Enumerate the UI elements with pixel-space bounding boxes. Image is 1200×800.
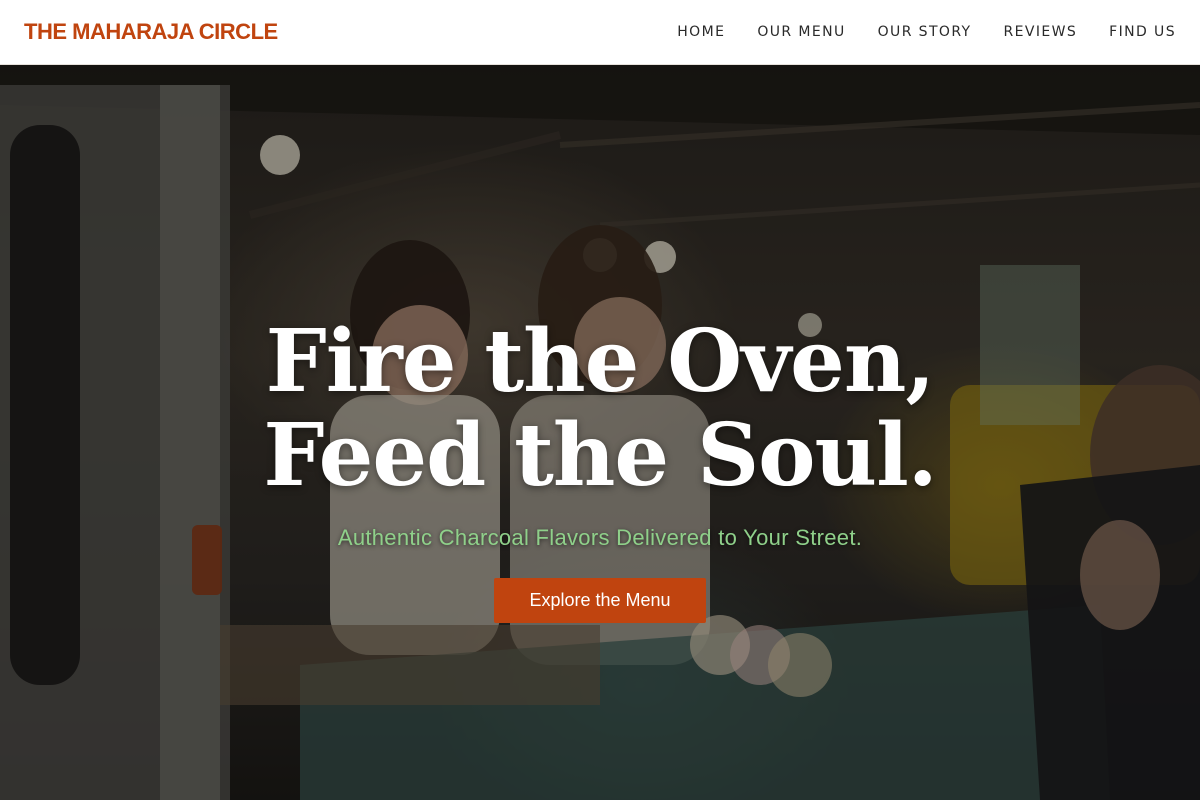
hero-content: Fire the Oven, Feed the Soul. Authentic … [0, 65, 1200, 800]
nav-link-find-us[interactable]: FIND US [1109, 24, 1176, 40]
page: THE MAHARAJA CIRCLE HOME OUR MENU OUR ST… [0, 0, 1200, 800]
hero-headline: Fire the Oven, Feed the Soul. [0, 315, 1200, 503]
top-navbar: THE MAHARAJA CIRCLE HOME OUR MENU OUR ST… [0, 0, 1200, 65]
hero-section: Fire the Oven, Feed the Soul. Authentic … [0, 65, 1200, 800]
hero-headline-line-2: Feed the Soul. [263, 405, 937, 506]
nav-link-our-story[interactable]: OUR STORY [878, 24, 972, 40]
hero-headline-line-1: Fire the Oven, [265, 311, 936, 412]
nav-links: HOME OUR MENU OUR STORY REVIEWS FIND US [677, 24, 1176, 40]
nav-link-our-menu[interactable]: OUR MENU [757, 24, 845, 40]
hero-subtitle: Authentic Charcoal Flavors Delivered to … [337, 525, 863, 550]
nav-link-reviews[interactable]: REVIEWS [1004, 24, 1078, 40]
explore-menu-button[interactable]: Explore the Menu [494, 578, 706, 623]
nav-link-home[interactable]: HOME [677, 24, 725, 40]
brand-logo[interactable]: THE MAHARAJA CIRCLE [24, 19, 278, 45]
